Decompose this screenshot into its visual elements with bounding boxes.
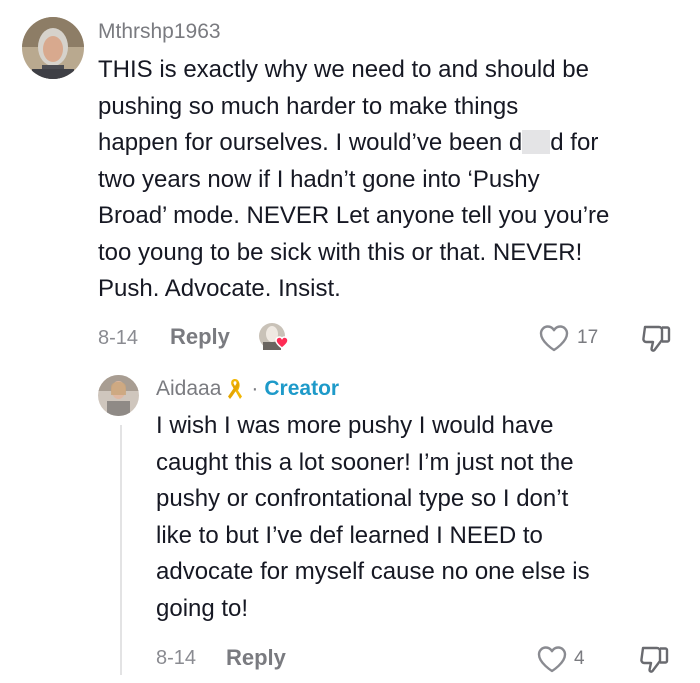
commenter-username[interactable]: Mthrshp1963: [98, 20, 221, 44]
comment-like-count-wrap: 17: [577, 323, 598, 353]
reply-username[interactable]: Aidaaa: [156, 377, 221, 401]
reply-line: I wish I was more pushy I would have: [156, 412, 554, 439]
header-separator: ·: [251, 377, 259, 400]
comment-text: THIS is exactly why we need to and shoul…: [98, 52, 609, 308]
reply-like-heart-icon[interactable]: [536, 644, 568, 674]
reply-date: 8-14: [156, 646, 197, 669]
comment-dislike-icon[interactable]: [640, 323, 672, 355]
comment-meta: 8-14: [98, 323, 138, 353]
creator-liked-avatar-icon: [258, 322, 292, 354]
comment-line: too young to be sick with this or that. …: [98, 238, 583, 266]
thread-connector-line: [120, 425, 122, 675]
reply-reply-button[interactable]: Reply: [226, 645, 286, 671]
commenter-avatar-image: [22, 17, 84, 79]
reply-line: pushy or confrontational type so I don’t: [156, 485, 569, 512]
comment-like-heart-icon[interactable]: [538, 323, 570, 353]
creator-badge: Creator: [264, 377, 340, 400]
reply-line: like to but I’ve def learned I NEED to: [156, 521, 543, 549]
comment-line: THIS is exactly why we need to and shoul…: [98, 56, 589, 83]
reply-avatar-image: [98, 375, 139, 416]
reply-meta: 8-14: [156, 643, 196, 673]
reply-text: I wish I was more pushy I would have cau…: [156, 408, 590, 627]
commenter-avatar[interactable]: [22, 17, 84, 79]
awareness-ribbon-icon: [227, 377, 243, 401]
reply-line: advocate for myself cause no one else is: [156, 558, 590, 585]
comment-line: two years now if I hadn’t gone into ‘Pus…: [98, 165, 540, 193]
comment-line: Push. Advocate. Insist.: [98, 275, 341, 302]
reply-avatar[interactable]: [98, 375, 139, 416]
reply-like-count-wrap: 4: [574, 644, 585, 674]
comment-line-part: d for: [550, 129, 599, 156]
censor-block: [522, 130, 551, 154]
comment-date: 8-14: [98, 326, 139, 349]
comment-reply-button[interactable]: Reply: [170, 324, 230, 350]
comment-line: happen for ourselves. I would’ve been d d…: [98, 125, 609, 162]
comment-reply-wrap: Reply: [170, 322, 230, 352]
comment-line: pushing so much harder to make things: [98, 92, 519, 120]
comment-line-part: happen for ourselves. I would’ve been d: [98, 129, 523, 156]
comment-like-count: 17: [577, 327, 599, 348]
comment-line: Broad’ mode. NEVER Let anyone tell you y…: [98, 202, 610, 229]
reply-dislike-icon[interactable]: [638, 644, 670, 676]
reply-line: caught this a lot sooner! I’m just not t…: [156, 448, 574, 476]
reply-like-count: 4: [574, 648, 585, 669]
reply-header: Aidaaa · Creator: [156, 377, 339, 401]
reply-reply-wrap: Reply: [226, 643, 286, 673]
reply-line: going to!: [156, 594, 249, 622]
